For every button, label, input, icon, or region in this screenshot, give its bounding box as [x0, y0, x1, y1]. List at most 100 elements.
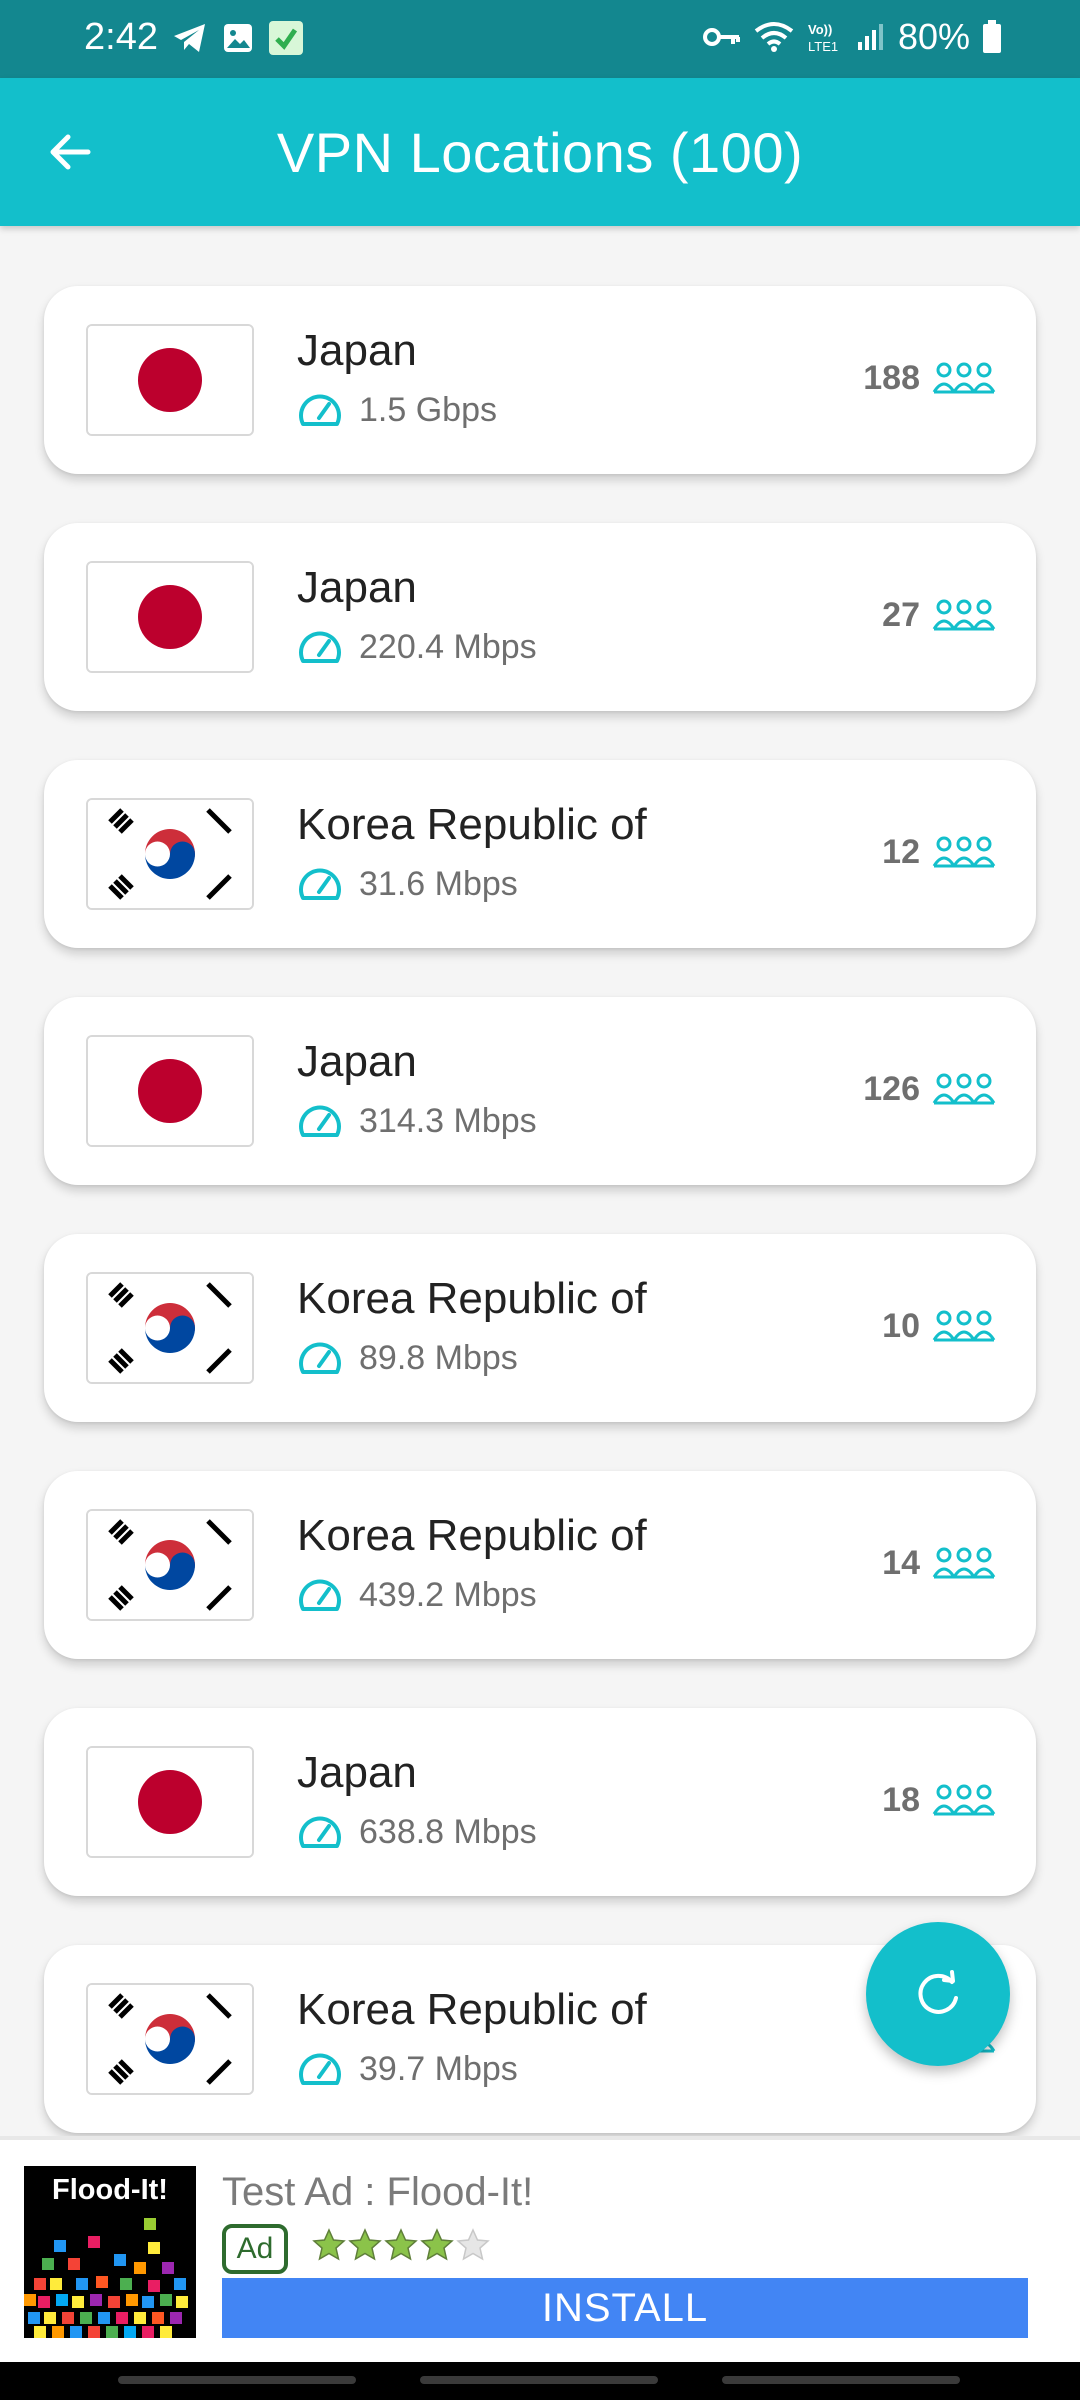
ad-banner[interactable]: Flood-It! Test Ad: Flood-It! Ad INSTALL [0, 2136, 1080, 2362]
users-count: 10 [882, 1306, 920, 1345]
speed-row: 439.2 Mbps [297, 1575, 537, 1615]
battery-percent: 80% [897, 16, 970, 57]
country-name: Japan [297, 563, 417, 612]
users-icon [932, 1073, 996, 1105]
users-icon [932, 362, 996, 394]
speed-value: 39.7 Mbps [359, 2049, 518, 2088]
korea-flag-icon [86, 1983, 254, 2095]
country-name: Japan [297, 1748, 417, 1797]
star-filled-icon [384, 2228, 418, 2261]
speed-value: 1.5 Gbps [359, 390, 497, 429]
server-list: Japan 1.5 Gbps 188 Japan 220.4 Mbps 27 K… [0, 226, 1080, 2136]
install-button[interactable]: INSTALL [222, 2278, 1028, 2338]
speedometer-icon [299, 2053, 341, 2085]
users-count: 14 [882, 1543, 920, 1582]
status-time: 2:42 [84, 16, 158, 58]
country-name: Japan [297, 1037, 417, 1086]
users-row: 188 [863, 358, 996, 398]
refresh-icon [918, 1970, 958, 2014]
users-icon [932, 1784, 996, 1816]
users-row: 27 [882, 595, 996, 635]
server-card[interactable]: Japan 1.5 Gbps 188 [44, 286, 1036, 474]
server-card[interactable]: Korea Republic of 31.6 Mbps 12 [44, 760, 1036, 948]
ad-badge: Ad [222, 2224, 288, 2274]
speed-row: 1.5 Gbps [297, 390, 497, 430]
server-card[interactable]: Japan 220.4 Mbps 27 [44, 523, 1036, 711]
server-card[interactable]: Korea Republic of 439.2 Mbps 14 [44, 1471, 1036, 1659]
users-row: 12 [882, 832, 996, 872]
speedometer-icon [299, 1105, 341, 1137]
users-row: 18 [882, 1780, 996, 1820]
refresh-button[interactable] [866, 1922, 1010, 2066]
ad-rating [312, 2228, 490, 2262]
ad-app-icon[interactable]: Flood-It! [24, 2166, 196, 2338]
speed-value: 89.8 Mbps [359, 1338, 518, 1377]
wifi-icon [754, 21, 794, 53]
star-empty-icon [456, 2228, 490, 2261]
server-card[interactable]: Japan 638.8 Mbps 18 [44, 1708, 1036, 1896]
japan-flag-icon [86, 1746, 254, 1858]
speed-row: 314.3 Mbps [297, 1101, 537, 1141]
users-count: 27 [882, 595, 920, 634]
navigation-bar [0, 2362, 1080, 2400]
nav-back-button[interactable] [722, 2376, 960, 2384]
star-filled-icon [348, 2228, 382, 2261]
users-icon [932, 599, 996, 631]
users-row: 10 [882, 1306, 996, 1346]
korea-flag-icon [86, 1272, 254, 1384]
users-icon [932, 1547, 996, 1579]
speed-value: 31.6 Mbps [359, 864, 518, 903]
users-count: 126 [863, 1069, 920, 1108]
page-title: VPN Locations (100) [276, 121, 804, 184]
country-name: Korea Republic of [297, 1511, 647, 1560]
users-row: 126 [863, 1069, 996, 1109]
korea-flag-icon [86, 798, 254, 910]
ad-title[interactable]: Test Ad : Flood-It! [222, 2170, 533, 2215]
japan-flag-icon [86, 561, 254, 673]
app-bar: VPN Locations (100) [0, 78, 1080, 226]
users-row: 14 [882, 1543, 996, 1583]
users-count: 188 [863, 358, 920, 397]
server-card[interactable]: Japan 314.3 Mbps 126 [44, 997, 1036, 1185]
japan-flag-icon [86, 324, 254, 436]
speed-value: 638.8 Mbps [359, 1812, 537, 1851]
speed-row: 220.4 Mbps [297, 627, 537, 667]
japan-flag-icon [86, 1035, 254, 1147]
speed-row: 89.8 Mbps [297, 1338, 518, 1378]
speedometer-icon [299, 1816, 341, 1848]
signal-icon [856, 22, 886, 52]
country-name: Korea Republic of [297, 800, 647, 849]
speed-row: 31.6 Mbps [297, 864, 518, 904]
users-icon [932, 1310, 996, 1342]
speed-row: 638.8 Mbps [297, 1812, 537, 1852]
speedometer-icon [299, 1579, 341, 1611]
country-name: Korea Republic of [297, 1985, 647, 2034]
country-name: Japan [297, 326, 417, 375]
server-card[interactable]: Korea Republic of 89.8 Mbps 10 [44, 1234, 1036, 1422]
nav-home-button[interactable] [420, 2376, 658, 2384]
speed-value: 314.3 Mbps [359, 1101, 537, 1140]
status-bar: 2:42 Vo)) LTE1 80% [0, 0, 1080, 78]
gallery-icon [222, 22, 254, 54]
telegram-icon [172, 22, 208, 54]
speed-value: 220.4 Mbps [359, 627, 537, 666]
country-name: Korea Republic of [297, 1274, 647, 1323]
korea-flag-icon [86, 1509, 254, 1621]
speed-value: 439.2 Mbps [359, 1575, 537, 1614]
speed-row: 39.7 Mbps [297, 2049, 518, 2089]
users-count: 18 [882, 1780, 920, 1819]
speedometer-icon [299, 394, 341, 426]
users-count: 12 [882, 832, 920, 871]
star-filled-icon [312, 2228, 346, 2261]
battery-icon [982, 20, 1002, 54]
speedometer-icon [299, 631, 341, 663]
star-filled-icon [420, 2228, 454, 2261]
nav-recents-button[interactable] [118, 2376, 356, 2384]
svg-text:Vo)): Vo)) [808, 22, 832, 37]
speedometer-icon [299, 868, 341, 900]
vpn-key-icon [702, 25, 742, 49]
volte-icon: Vo)) LTE1 [806, 20, 844, 54]
svg-text:LTE1: LTE1 [808, 39, 838, 54]
app-notification-icon [268, 20, 304, 56]
users-icon [932, 836, 996, 868]
